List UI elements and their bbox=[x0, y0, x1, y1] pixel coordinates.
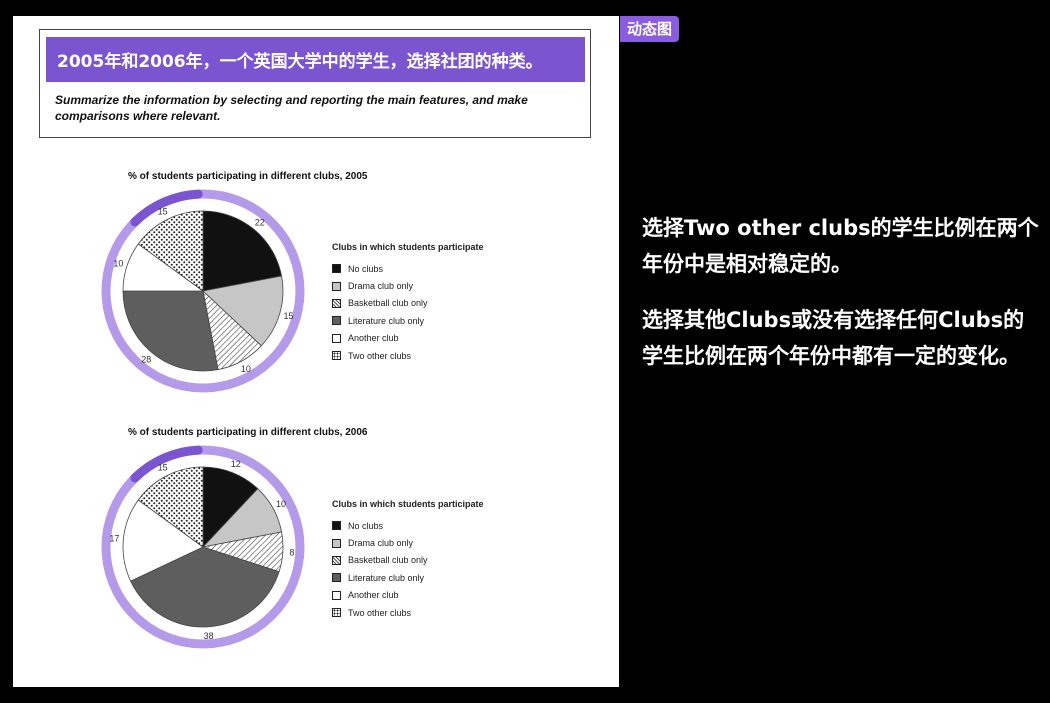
slice-value-label: 15 bbox=[283, 311, 293, 321]
slice-value-label: 10 bbox=[113, 258, 123, 268]
animated-chart-badge: 动态图 bbox=[620, 16, 680, 42]
legend-label: Drama club only bbox=[348, 281, 414, 292]
legend-item-literature-club-only: Literature club only bbox=[332, 569, 532, 586]
commentary-paragraph-2: 选择其他Clubs或没有选择任何Clubs的学生比例在两个年份中都有一定的变化。 bbox=[642, 308, 1025, 368]
slice-value-label: 38 bbox=[204, 631, 214, 641]
legend-label: Literature club only bbox=[348, 315, 425, 326]
legend-label: Literature club only bbox=[348, 572, 425, 583]
legend-item-another-club: Another club bbox=[332, 330, 532, 347]
legend-label: Drama club only bbox=[348, 538, 414, 549]
legend-label: Another club bbox=[348, 590, 399, 601]
task-box: 2005年和2006年，一个英国大学中的学生，选择社团的种类。 Summariz… bbox=[39, 29, 591, 138]
legend-label: Two other clubs bbox=[348, 350, 412, 361]
slice-value-label: 28 bbox=[141, 355, 151, 365]
legend-item-no-clubs: No clubs bbox=[332, 517, 532, 534]
slice-value-label: 17 bbox=[109, 534, 119, 544]
legend-swatch bbox=[332, 521, 341, 531]
legend-item-drama-club-only: Drama club only bbox=[332, 277, 532, 294]
legend-label: Another club bbox=[348, 333, 399, 344]
legend-swatch bbox=[332, 316, 341, 326]
slice-value-label: 10 bbox=[241, 364, 251, 374]
legend-item-basketball-club-only: Basketball club only bbox=[332, 295, 532, 312]
legend-swatch bbox=[332, 351, 341, 361]
legend-swatch bbox=[332, 333, 341, 343]
slice-value-label: 12 bbox=[231, 459, 241, 469]
pie-chart-2005: 22 15 10 28 10 15 bbox=[101, 189, 305, 393]
legend-swatch bbox=[332, 264, 341, 274]
legend-item-no-clubs: No clubs bbox=[332, 260, 532, 277]
slice-value-label: 22 bbox=[255, 217, 265, 227]
legend-swatch bbox=[332, 538, 341, 548]
chart-title-2005: % of students participating in different… bbox=[128, 171, 368, 182]
legend-label: No clubs bbox=[348, 520, 384, 531]
legend-label: Two other clubs bbox=[348, 607, 412, 618]
legend-swatch bbox=[332, 298, 341, 308]
slice-value-label: 15 bbox=[158, 207, 168, 217]
legend-item-drama-club-only: Drama club only bbox=[332, 534, 532, 551]
legend-item-two-other-clubs: Two other clubs bbox=[332, 347, 532, 364]
page-title: 2005年和2006年，一个英国大学中的学生，选择社团的种类。 bbox=[57, 52, 543, 72]
legend-2006: Clubs in which students participate No c… bbox=[332, 499, 532, 621]
legend-item-two-other-clubs: Two other clubs bbox=[332, 604, 532, 621]
legend-item-literature-club-only: Literature club only bbox=[332, 312, 532, 329]
commentary-panel: 选择Two other clubs的学生比例在两个年份中是相对稳定的。 选择其他… bbox=[642, 210, 1042, 394]
legend-title: Clubs in which students participate bbox=[332, 242, 484, 252]
legend-swatch bbox=[332, 608, 341, 618]
legend-label: No clubs bbox=[348, 263, 384, 274]
legend-swatch bbox=[332, 555, 341, 565]
legend-swatch bbox=[332, 281, 341, 291]
paper-page: 2005年和2006年，一个英国大学中的学生，选择社团的种类。 Summariz… bbox=[13, 16, 619, 687]
legend-label: Basketball club only bbox=[348, 555, 428, 566]
legend-item-basketball-club-only: Basketball club only bbox=[332, 552, 532, 569]
legend-label: Basketball club only bbox=[348, 298, 428, 309]
slice-value-label: 8 bbox=[289, 548, 294, 558]
slice-value-label: 15 bbox=[158, 463, 168, 473]
legend-swatch bbox=[332, 573, 341, 583]
commentary-paragraph-1: 选择Two other clubs的学生比例在两个年份中是相对稳定的。 bbox=[642, 216, 1039, 276]
legend-title: Clubs in which students participate bbox=[332, 499, 484, 509]
legend-swatch bbox=[332, 590, 341, 600]
legend-2005: Clubs in which students participate No c… bbox=[332, 242, 532, 364]
title-banner: 2005年和2006年，一个英国大学中的学生，选择社团的种类。 bbox=[46, 37, 585, 82]
legend-item-another-club: Another club bbox=[332, 587, 532, 604]
pie-chart-2006: 12 10 8 38 17 15 bbox=[101, 445, 305, 649]
slice-value-label: 10 bbox=[276, 499, 286, 509]
chart-title-2006: % of students participating in different… bbox=[128, 427, 368, 438]
task-instructions: Summarize the information by selecting a… bbox=[55, 93, 528, 123]
